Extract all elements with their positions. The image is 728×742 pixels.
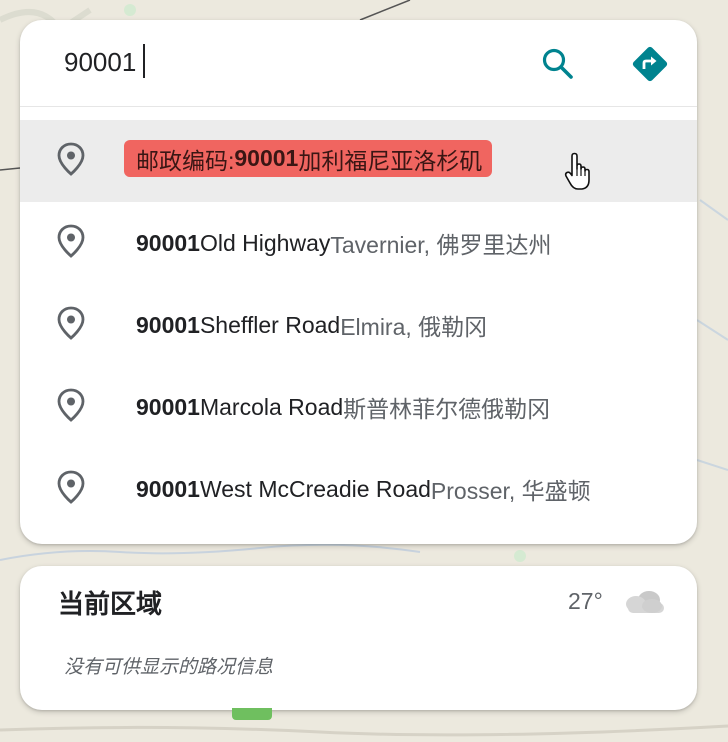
suggestion-main: 90001 xyxy=(136,475,200,502)
location-pin-icon xyxy=(57,142,85,176)
suggestion-rest: Sheffler Road xyxy=(199,311,341,338)
location-pin-icon xyxy=(57,224,85,258)
location-pin-icon xyxy=(57,306,85,340)
suggestion-item[interactable]: 90001 Marcola Road 斯普林菲尔德俄勒冈 xyxy=(20,366,697,448)
suggestion-text: 90001 Old Highway Tavernier, 佛罗里达州 xyxy=(136,202,551,284)
suggestion-secondary: Tavernier, 佛罗里达州 xyxy=(330,232,552,258)
suggestion-item[interactable]: 90001 Old Highway Tavernier, 佛罗里达州 xyxy=(20,202,697,284)
suggestion-prefix: 邮政编码: xyxy=(136,147,235,174)
suggestion-main: 90001 xyxy=(234,145,299,171)
search-bar xyxy=(20,20,697,107)
suggestion-text: 90001 West McCreadie Road Prosser, 华盛顿 xyxy=(136,448,591,530)
temperature: 27° xyxy=(568,588,603,614)
suggestion-rest: Marcola Road xyxy=(199,393,344,420)
suggestion-text: 90001 Marcola Road 斯普林菲尔德俄勒冈 xyxy=(136,366,550,448)
suggestion-secondary: 斯普林菲尔德俄勒冈 xyxy=(343,396,551,422)
search-icon xyxy=(542,48,573,79)
suggestion-secondary: Prosser, 华盛顿 xyxy=(430,478,591,504)
suggestion-secondary: Elmira, 俄勒冈 xyxy=(340,314,488,340)
directions-button[interactable] xyxy=(628,42,672,86)
search-input[interactable] xyxy=(64,42,504,82)
suggestion-highlight: 邮政编码: 90001 加利福尼亚洛杉矶 xyxy=(124,140,493,177)
traffic-note: 没有可供显示的路况信息 xyxy=(64,657,274,678)
text-caret xyxy=(143,44,145,78)
directions-icon xyxy=(632,46,668,82)
suggestion-rest: 加利福尼亚洛杉矶 xyxy=(298,147,483,174)
location-pin-icon xyxy=(57,388,85,422)
current-area-card[interactable]: 当前区域 27° 没有可供显示的路况信息 xyxy=(20,566,697,710)
suggestion-item[interactable]: 邮政编码: 90001 加利福尼亚洛杉矶 xyxy=(20,120,697,202)
suggestion-item[interactable]: 90001 Sheffler Road Elmira, 俄勒冈 xyxy=(20,284,697,366)
search-button[interactable] xyxy=(538,44,578,84)
area-title: 当前区域 xyxy=(58,589,163,619)
location-pin-icon xyxy=(57,470,85,504)
map-marker-tab xyxy=(232,708,272,720)
suggestion-item[interactable]: 90001 West McCreadie Road Prosser, 华盛顿 xyxy=(20,448,697,530)
suggestion-rest: West McCreadie Road xyxy=(199,475,431,502)
suggestion-rest: Old Highway xyxy=(199,229,331,256)
search-card: 邮政编码: 90001 加利福尼亚洛杉矶 90001 Old Highway T… xyxy=(20,20,697,544)
suggestion-main: 90001 xyxy=(136,229,200,256)
suggestion-main: 90001 xyxy=(136,393,200,420)
suggestion-list: 邮政编码: 90001 加利福尼亚洛杉矶 90001 Old Highway T… xyxy=(20,120,697,530)
suggestion-main: 90001 xyxy=(136,311,200,338)
suggestion-text: 90001 Sheffler Road Elmira, 俄勒冈 xyxy=(136,284,487,366)
cloudy-icon xyxy=(626,591,664,613)
